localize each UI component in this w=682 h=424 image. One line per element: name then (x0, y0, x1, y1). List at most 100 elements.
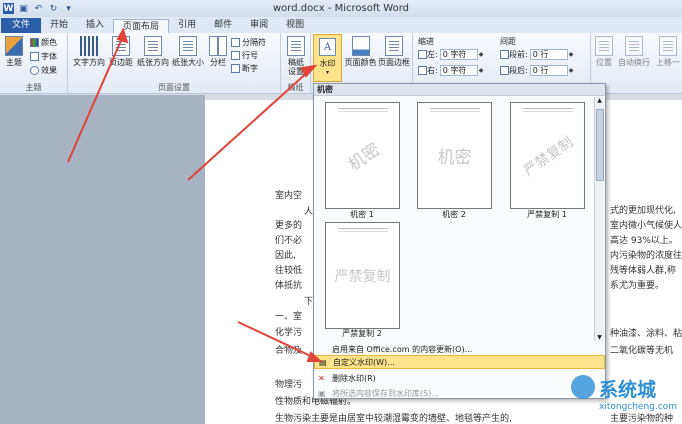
watermark-option-do-not-copy-2[interactable]: 严禁复制 (325, 222, 400, 329)
watermark-option-confidential-1[interactable]: 机密 (325, 102, 400, 209)
spacing-before-input[interactable]: 0 行 (529, 49, 568, 60)
indent-left-input[interactable]: 0 字符 (439, 49, 478, 60)
page-border-icon (385, 36, 403, 56)
margins-button[interactable]: 页边距 (108, 36, 134, 67)
tab-insert[interactable]: 插入 (77, 18, 113, 33)
doc-line: 更多的 (275, 221, 303, 231)
draft-group-label: 稿纸 (287, 83, 304, 92)
line-numbers-icon (231, 51, 240, 60)
indent-heading: 缩进 (418, 37, 434, 46)
watermark-option-do-not-copy-1[interactable]: 严禁复制 (510, 102, 585, 209)
hyphenation-button[interactable]: 断字 (231, 63, 258, 74)
margins-label: 页边距 (109, 58, 133, 67)
doc-line: 体抵抗 (275, 281, 303, 291)
page-lines (430, 108, 480, 109)
draft-paper-icon (287, 36, 305, 56)
indent-right-icon (418, 66, 427, 75)
bring-forward-button[interactable]: 上移一 (653, 36, 682, 67)
tab-references[interactable]: 引用 (169, 18, 205, 33)
text-direction-button[interactable]: 文字方向 (72, 36, 106, 67)
tab-page-layout[interactable]: 页面布局 (113, 19, 170, 34)
draft-settings-button[interactable]: 稿纸 设置 (285, 36, 307, 76)
scroll-up-icon[interactable]: ▲ (595, 97, 604, 107)
fonts-button[interactable]: 字体 (30, 51, 57, 62)
doc-line-right: 内污染物的浓度往 (610, 251, 682, 261)
save-icon[interactable]: ▣ (18, 3, 29, 14)
effects-button[interactable]: 效果 (30, 65, 57, 76)
spinner-arrows-icon[interactable]: ◆ (479, 51, 484, 58)
watermark-option-confidential-2[interactable]: 机密 (417, 102, 492, 209)
doc-line: 物理污 (275, 380, 303, 390)
menu-remove-watermark[interactable]: ✕ 删除水印(R) (314, 371, 605, 385)
orientation-button[interactable]: 纸张方向 (136, 36, 170, 67)
draft-label-2: 设置 (288, 67, 304, 76)
doc-line: 一、室 (275, 312, 303, 322)
spacing-after-input[interactable]: 0 行 (529, 65, 568, 76)
watermark-gallery: 机密 机密 机密 1 机密 机密 2 严禁复制 严禁复制 1 严禁复制 严禁复制… (313, 83, 606, 399)
page-setup-group: 文字方向 页边距 纸张方向 纸张大小 分栏 分隔符 行号 断字 页面设置 (68, 33, 281, 94)
scroll-down-icon[interactable]: ▼ (595, 334, 604, 341)
indent-left-label: 左: (427, 50, 438, 59)
draft-group: 稿纸 设置 稿纸 (281, 33, 311, 94)
tab-view[interactable]: 视图 (277, 18, 313, 33)
watermark-preview-text: 严禁复制 (334, 268, 391, 285)
redo-icon[interactable]: ↻ (48, 3, 59, 14)
site-watermark: 系统城 xitongcheng.com (565, 372, 681, 424)
watermark-option-label: 严禁复制 2 (342, 329, 382, 338)
indent-right-input[interactable]: 0 字符 (439, 65, 478, 76)
hyphenation-label: 断字 (242, 64, 258, 73)
indent-right-label: 右: (427, 66, 438, 75)
gallery-scrollbar[interactable]: ▲ ▼ (594, 97, 604, 341)
doc-line: 生物污染主要是由居室中较潮湿霉变的墙壁、地毯等产生的, (275, 414, 512, 424)
orientation-icon (144, 36, 162, 56)
spinner-arrows-icon[interactable]: ◆ (569, 67, 574, 74)
spacing-after-icon (500, 66, 509, 75)
line-numbers-label: 行号 (242, 51, 258, 60)
line-numbers-button[interactable]: 行号 (231, 50, 258, 61)
breaks-label: 分隔符 (242, 38, 266, 47)
spacing-after-label: 段后: (509, 66, 528, 75)
page-border-label: 页面边框 (378, 58, 410, 67)
tab-file[interactable]: 文件 (1, 18, 42, 33)
themes-button[interactable]: 主题 (3, 36, 25, 67)
tab-review[interactable]: 审阅 (241, 18, 277, 33)
quick-access-toolbar: W ▣ ↶ ↻ ▾ (0, 3, 74, 14)
spinner-arrows-icon[interactable]: ◆ (569, 51, 574, 58)
watermark-button[interactable]: A 水印 ▾ (313, 34, 342, 82)
menu-custom-watermark[interactable]: ▤ 自定义水印(W)... (314, 355, 605, 369)
wrap-text-button[interactable]: 自动换行 (617, 36, 651, 67)
doc-line: 人 (304, 207, 314, 217)
themes-icon (5, 36, 23, 56)
colors-label: 颜色 (41, 38, 57, 47)
breaks-icon (231, 38, 240, 47)
page-lines (523, 108, 573, 109)
menu-office-update[interactable]: 启用来自 Office.com 的内容更新(O)... (314, 342, 605, 356)
position-button[interactable]: 位置 (593, 36, 615, 67)
themes-label: 主题 (6, 58, 22, 67)
customize-icon[interactable]: ▾ (63, 3, 74, 14)
page-lines (338, 108, 388, 109)
fonts-icon (30, 52, 39, 61)
page-color-icon (351, 36, 370, 56)
doc-line-right: 室内微小气候使人 (610, 221, 682, 231)
tab-home[interactable]: 开始 (41, 18, 77, 33)
size-button[interactable]: 纸张大小 (171, 36, 205, 67)
page-lines (338, 228, 388, 229)
columns-button[interactable]: 分栏 (207, 36, 229, 67)
page-border-button[interactable]: 页面边框 (377, 36, 411, 67)
ribbon-tabs: 文件 开始 插入 页面布局 引用 邮件 审阅 视图 (0, 17, 682, 34)
watermark-preview-text: 机密 (437, 148, 472, 168)
colors-button[interactable]: 颜色 (30, 37, 57, 48)
undo-icon[interactable]: ↶ (33, 3, 44, 14)
site-url: xitongcheng.com (599, 402, 677, 412)
text-direction-icon (80, 36, 98, 56)
columns-icon (209, 36, 227, 56)
doc-line: 化学污 (275, 328, 303, 338)
breaks-button[interactable]: 分隔符 (231, 37, 266, 48)
spinner-arrows-icon[interactable]: ◆ (479, 67, 484, 74)
page-color-button[interactable]: 页面颜色 (344, 36, 377, 67)
doc-line-right: 式的更加现代化, (610, 206, 676, 216)
effects-icon (30, 66, 39, 75)
scrollbar-thumb[interactable] (596, 109, 604, 181)
tab-mailings[interactable]: 邮件 (205, 18, 241, 33)
